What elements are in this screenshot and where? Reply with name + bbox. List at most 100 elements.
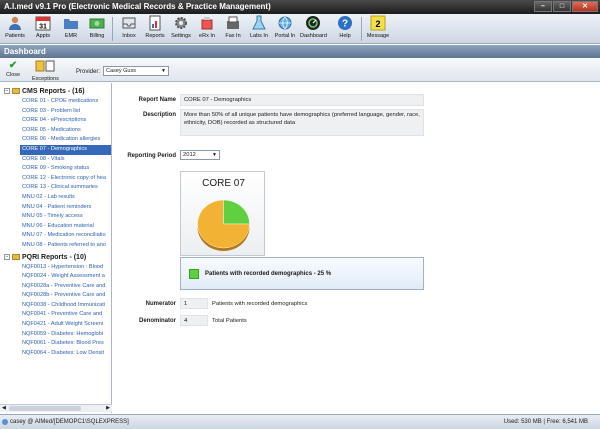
legend-text: Patients with recorded demographics - 25… [205,271,332,277]
denominator-description: Total Patients [212,318,247,324]
cms-item[interactable]: CORE 08 - Vitals [0,155,111,165]
toolbar-message-button[interactable]: 2 Message [364,15,392,43]
cms-item[interactable]: CORE 09 - Smoking status [0,164,111,174]
report-panel: Report Name CORE 07 - Demographics Descr… [113,83,600,413]
status-bar: casey @ AIMed/[DEMOPC1\SQLEXPRESS] Used:… [0,414,600,429]
toolbar-separator [361,17,362,41]
pqri-item[interactable]: NQF0064 - Diabetes: Low Densit [0,349,111,359]
toolbar-portal-in-button[interactable]: Portal In [272,15,298,43]
pqri-item[interactable]: NQF0028a - Preventive Care and [0,282,111,292]
reporting-period-label: Reporting Period [127,153,176,159]
chevron-down-icon: ▼ [212,152,217,158]
erx-icon [199,15,215,31]
toolbar-separator [112,17,113,41]
description-label: Description [142,112,176,118]
pie-slice-0 [223,199,250,225]
minimize-button[interactable]: – [534,1,552,12]
reporting-period-value: 2012 [183,152,196,158]
reporting-period-select[interactable]: 2012 ▼ [180,150,220,160]
status-connection: casey @ AIMed/[DEMOPC1\SQLEXPRESS] [10,419,129,425]
folder-icon [63,15,79,31]
provider-select[interactable]: Casey Guss ▼ [103,66,169,76]
cms-item[interactable]: CORE 07 - Demographics [20,144,111,155]
cms-item[interactable]: MNU 07 - Medication reconciliatio [0,231,111,241]
cms-item[interactable]: CORE 04 - ePrescriptions [0,116,111,126]
window-controls: – □ ✕ [534,1,598,12]
cms-item[interactable]: CORE 05 - Medications [0,126,111,136]
toolbar-settings-button[interactable]: Settings [168,15,194,43]
pqri-item[interactable]: NQF0013 - Hypertension : Blood [0,263,111,273]
scrollbar-thumb[interactable] [9,406,81,411]
pqri-item[interactable]: NQF0061 - Diabetes: Blood Pres [0,339,111,349]
numerator-field: 1 [180,298,208,309]
provider-select-value: Casey Guss [106,68,136,74]
window-title: A.I.med v9.1 Pro (Electronic Medical Rec… [4,2,271,11]
numerator-label: Numerator [145,301,176,307]
scroll-left-icon[interactable]: ◀ [2,405,6,411]
sidebar-horizontal-scrollbar[interactable]: ◀ ▶ [0,404,112,412]
toolbar-patients-button[interactable]: Patients [2,15,28,43]
provider-label: Provider: [76,69,101,75]
pqri-reports-group[interactable]: − PQRI Reports - (10) [0,252,111,263]
toolbar-dashboard-button[interactable]: Dashboard [300,15,327,43]
toolbar-reports-button[interactable]: Reports [142,15,168,43]
pqri-item[interactable]: NQF0059 - Diabetes: Hemoglobi [0,330,111,340]
cms-item[interactable]: CORE 06 - Medication allergies [0,135,111,145]
pqri-item[interactable]: NQF0038 - Childhood Immunizati [0,301,111,311]
toolbar-labs-in-button[interactable]: Labs In [246,15,272,43]
pie-chart-card: CORE 07 [180,171,265,256]
dashboard-subtoolbar: ✔ Close Exceptions Provider: Casey Guss … [0,58,600,82]
cms-item[interactable]: CORE 13 - Clinical summaries [0,183,111,193]
cms-item[interactable]: MNU 08 - Patients referred to ano [0,241,111,251]
lab-icon [251,15,267,31]
pqri-item[interactable]: NQF0041 - Preventive Care and [0,310,111,320]
toolbar-emr-button[interactable]: EMR [58,15,84,43]
portal-icon [277,15,293,31]
legend-swatch [189,269,199,279]
denominator-label: Denominator [138,318,176,324]
cms-item[interactable]: MNU 02 - Lab results [0,193,111,203]
close-window-button[interactable]: ✕ [572,1,598,12]
cms-item[interactable]: CORE 01 - CPOE medications [0,97,111,107]
report-icon [147,15,163,31]
cms-item[interactable]: CORE 12 - Electronic copy of hea [0,174,111,184]
close-button[interactable]: ✔ Close [6,60,20,78]
check-icon: ✔ [8,60,18,71]
main-toolbar: Patients 31 Appts EMR Billing Inbox Repo… [0,14,600,44]
toolbar-help-button[interactable]: ? Help [332,15,358,43]
cms-item[interactable]: MNU 06 - Education material [0,222,111,232]
message-icon: 2 [370,15,386,31]
toolbar-fax-in-button[interactable]: Fax In [220,15,246,43]
collapse-icon[interactable]: − [4,253,10,260]
calendar-day-text: 31 [39,24,47,31]
toolbar-inbox-button[interactable]: Inbox [116,15,142,43]
report-name-field: CORE 07 - Demographics [180,94,424,106]
reports-tree: − CMS Reports - (16) CORE 01 - CPOE medic… [0,83,112,413]
toolbar-erx-in-button[interactable]: eRx In [194,15,220,43]
toolbar-appts-button[interactable]: 31 Appts [30,15,56,43]
pqri-item[interactable]: NQF0421 - Adult Weight Screeni [0,320,111,330]
description-field: More than 50% of all unique patients hav… [180,109,424,136]
cms-item[interactable]: MNU 04 - Patient reminders [0,203,111,213]
toolbar-billing-button[interactable]: Billing [84,15,110,43]
user-status-icon [2,419,8,425]
exceptions-button[interactable]: Exceptions [32,60,59,82]
cms-item[interactable]: MNU 05 - Timely access [0,212,111,222]
maximize-button[interactable]: □ [553,1,571,12]
folder-icon [12,88,20,95]
pqri-item[interactable]: NQF0024 - Weight Assessment a [0,272,111,282]
folder-icon [12,253,20,260]
chart-legend: Patients with recorded demographics - 25… [180,257,424,290]
pie-chart [197,199,250,251]
cms-reports-group[interactable]: − CMS Reports - (16) [0,86,111,97]
numerator-description: Patients with recorded demographics [212,301,308,307]
pqri-reports-title: PQRI Reports - (10) [22,253,87,261]
cms-reports-list: CORE 01 - CPOE medications CORE 03 - Prob… [0,97,111,251]
dashboard-header: Dashboard [0,45,600,58]
calendar-icon: 31 [35,15,51,31]
cms-item[interactable]: CORE 03 - Problem list [0,107,111,117]
help-icon: ? [337,15,353,31]
pqri-item[interactable]: NQF0028b - Preventive Care and [0,291,111,301]
collapse-icon[interactable]: − [4,88,10,95]
scroll-right-icon[interactable]: ▶ [106,405,110,411]
